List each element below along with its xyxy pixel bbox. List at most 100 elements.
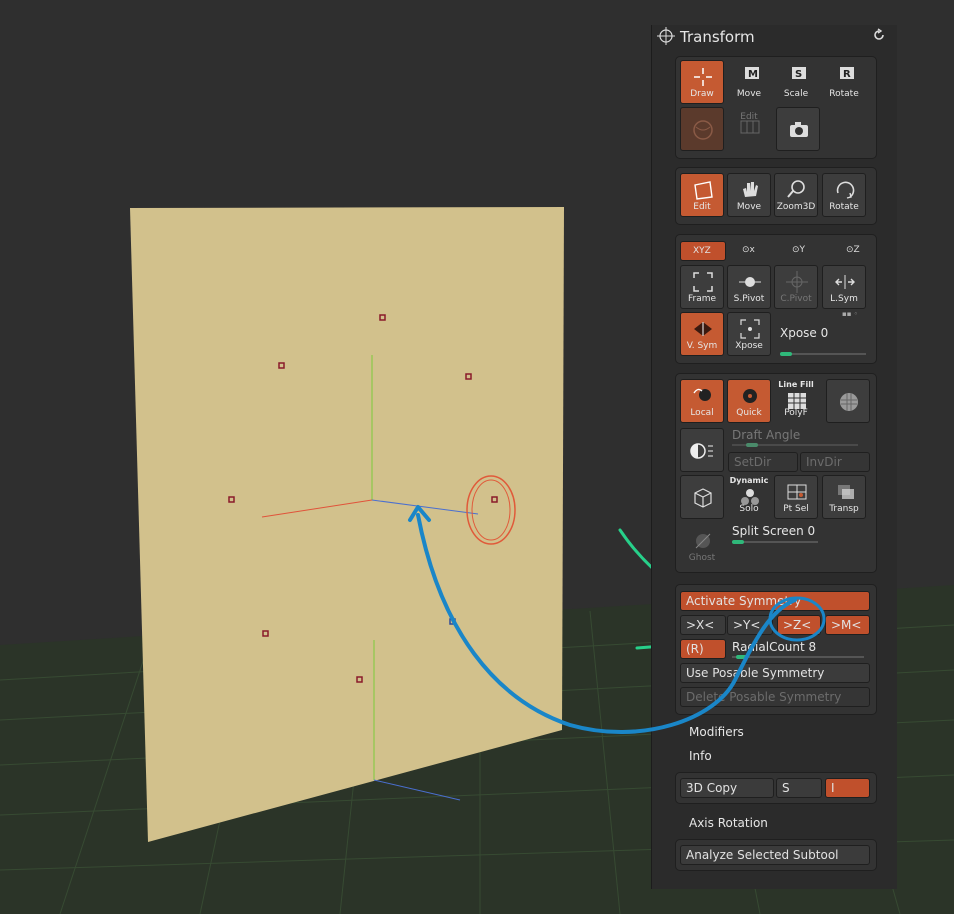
pivot-icon <box>739 277 761 287</box>
split-screen-label: Split Screen 0 <box>732 524 816 538</box>
sphere-brush-button[interactable] <box>680 107 724 151</box>
setdir-label: SetDir <box>734 455 772 469</box>
use-posable-symmetry-button[interactable]: Use Posable Symmetry <box>680 663 870 683</box>
transform-panel: Transform Draw M Move S Scale R Rotate E… <box>651 25 897 889</box>
quick-button[interactable]: Quick <box>727 379 771 423</box>
xpose-button[interactable]: Xpose <box>727 312 771 356</box>
copy-i-label: I <box>831 781 835 795</box>
split-screen-knob[interactable] <box>732 540 744 544</box>
radial-r-button[interactable]: (R) <box>680 639 726 659</box>
local-symmetry-icon <box>835 275 855 289</box>
symmetry-m-label: >M< <box>831 618 862 632</box>
symmetry-x-button[interactable]: >X< <box>680 615 726 635</box>
symmetry-z-label: >Z< <box>783 618 812 632</box>
tool-mode-group: Draw M Move S Scale R Rotate Edit <box>675 56 877 159</box>
camera-rotate-icon <box>836 181 855 199</box>
xyz-button[interactable]: XYZ <box>680 241 726 261</box>
info-section[interactable]: Info <box>689 749 712 763</box>
xpose-icon <box>740 319 760 339</box>
modifiers-section[interactable]: Modifiers <box>689 725 744 739</box>
use-posable-symmetry-label: Use Posable Symmetry <box>686 666 825 680</box>
rotate-mode-button[interactable]: R Rotate <box>822 60 866 104</box>
x-axis-toggle[interactable]: ⊙x <box>742 245 755 255</box>
invdir-button: InvDir <box>800 452 870 472</box>
ghost-button[interactable]: Ghost <box>680 524 724 568</box>
solo-button[interactable]: Dynamic Solo <box>727 475 771 519</box>
ptsel-button[interactable]: Pt Sel <box>774 475 818 519</box>
center-pivot-icon <box>786 271 808 293</box>
svg-text:S: S <box>795 69 802 80</box>
lsym-label: L.Sym <box>830 294 858 304</box>
copy-i-button[interactable]: I <box>825 778 870 798</box>
camera-rotate-label: Rotate <box>829 202 859 212</box>
radial-count-knob[interactable] <box>736 655 748 659</box>
edit-grid-button: Edit <box>727 107 771 151</box>
radial-count-slider[interactable] <box>732 656 864 658</box>
zoom3d-button[interactable]: Zoom3D <box>774 173 818 217</box>
scale-mode-button[interactable]: S Scale <box>774 60 818 104</box>
transparency-icon <box>838 485 854 499</box>
axis-rotation-section[interactable]: Axis Rotation <box>689 816 768 830</box>
sphere-material-icon <box>840 393 858 411</box>
move-label: Move <box>736 89 762 99</box>
snapshot-button[interactable] <box>776 107 820 151</box>
xyz-mini-icon[interactable]: ▪▪ ◦ <box>842 310 858 318</box>
draw-button[interactable]: Draw <box>680 60 724 104</box>
move-mode-button[interactable]: M Move <box>727 60 771 104</box>
edit-grid-label: Edit <box>740 112 758 122</box>
z-axis-label: Z <box>853 245 860 255</box>
symmetry-m-button[interactable]: >M< <box>825 615 870 635</box>
quick-label: Quick <box>736 408 762 418</box>
edit-mode-label: Edit <box>693 202 711 212</box>
xyz-label: XYZ <box>693 246 711 256</box>
lsym-button[interactable]: L.Sym <box>822 265 866 309</box>
split-screen-slider[interactable] <box>732 541 818 543</box>
zoom-icon <box>787 180 805 198</box>
delete-posable-symmetry-label: Delete Posable Symmetry <box>686 690 842 704</box>
local-button[interactable]: Local <box>680 379 724 423</box>
3d-copy-button[interactable]: 3D Copy <box>680 778 774 798</box>
setdir-button: SetDir <box>728 452 798 472</box>
transp-button[interactable]: Transp <box>822 475 866 519</box>
scale-icon: S <box>792 67 806 80</box>
camera-rotate-button[interactable]: Rotate <box>822 173 866 217</box>
pivot-group: XYZ ⊙x ⊙Y ⊙Z Frame S.Pivot C.Pivot L.Sym… <box>675 234 877 364</box>
transform-icon <box>657 27 675 45</box>
cube-button[interactable] <box>680 475 724 519</box>
symmetry-y-button[interactable]: >Y< <box>727 615 773 635</box>
ptsel-label: Pt Sel <box>783 504 809 514</box>
draft-angle-knob <box>746 443 758 447</box>
xpose-slider[interactable] <box>780 353 866 355</box>
copy-s-button[interactable]: S <box>776 778 822 798</box>
radial-count-label: RadialCount 8 <box>732 640 817 654</box>
spivot-button[interactable]: S.Pivot <box>727 265 771 309</box>
polyf-label: PolyF <box>784 408 808 418</box>
polyf-button[interactable]: Line Fill PolyF <box>774 379 818 423</box>
line-fill-label: Line Fill <box>778 380 814 389</box>
copy-s-label: S <box>782 781 790 795</box>
3d-copy-label: 3D Copy <box>686 781 738 795</box>
cpivot-label: C.Pivot <box>780 294 812 304</box>
y-axis-toggle[interactable]: ⊙Y <box>792 245 805 255</box>
xpose-slider-label: Xpose 0 <box>780 326 829 340</box>
quick-icon <box>743 389 757 403</box>
z-axis-toggle[interactable]: ⊙Z <box>846 245 860 255</box>
camera-move-button[interactable]: Move <box>727 173 771 217</box>
refresh-icon[interactable] <box>872 28 886 42</box>
frame-button[interactable]: Frame <box>680 265 724 309</box>
analyze-selected-subtool-button[interactable]: Analyze Selected Subtool <box>680 845 870 865</box>
solo-label: Solo <box>739 504 759 514</box>
cpivot-button: C.Pivot <box>774 265 818 309</box>
xpose-slider-knob[interactable] <box>780 352 792 356</box>
symmetry-z-button[interactable]: >Z< <box>777 615 821 635</box>
cube-icon <box>694 488 712 508</box>
edit-mode-button[interactable]: Edit <box>680 173 724 217</box>
contrast-button[interactable] <box>680 428 724 472</box>
camera-icon <box>790 122 808 137</box>
sphere-icon <box>693 120 713 140</box>
symmetry-x-label: >X< <box>686 618 715 632</box>
move-icon: M <box>745 67 759 80</box>
material-sphere-button[interactable] <box>826 379 870 423</box>
vsym-button[interactable]: V. Sym <box>680 312 724 356</box>
activate-symmetry-button[interactable]: Activate Symmetry <box>680 591 870 611</box>
